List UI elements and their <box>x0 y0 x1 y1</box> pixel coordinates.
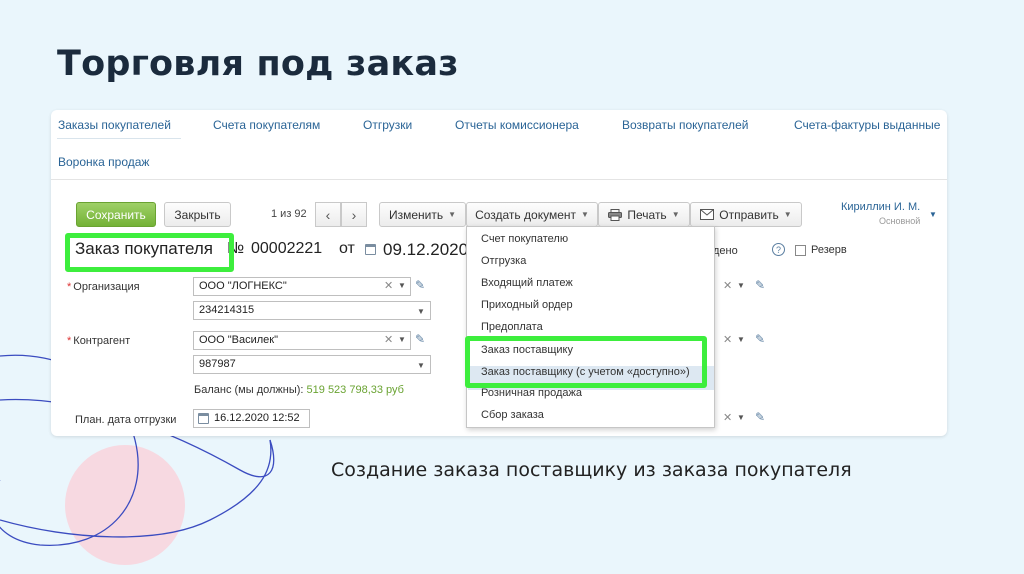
contractor-label: * Контрагент <box>67 335 131 347</box>
printer-icon <box>608 208 623 221</box>
clear-x-icon[interactable]: ✕ <box>723 279 732 292</box>
create-document-menu: Счет покупателю Отгрузка Входящий платеж… <box>466 226 715 428</box>
calendar-icon[interactable] <box>365 244 376 255</box>
document-from-label: от <box>339 240 355 257</box>
decor-line-3 <box>0 439 272 538</box>
chevron-left-icon: ‹ <box>325 206 331 223</box>
caret-down-icon: ▼ <box>581 210 589 219</box>
tab-issued-invoices[interactable]: Счета-фактуры выданные <box>794 118 940 132</box>
planned-ship-date-field[interactable]: 16.12.2020 12:52 <box>193 409 310 428</box>
balance-value: 519 523 798,33 руб <box>306 384 404 396</box>
pencil-icon[interactable]: ✎ <box>415 332 425 346</box>
organization-code-field[interactable]: 234214315 <box>193 301 431 320</box>
tab-customer-invoices[interactable]: Счета покупателям <box>213 118 320 132</box>
send-label: Отправить <box>719 207 779 222</box>
contractor-field[interactable]: ООО "Василек" <box>193 331 411 350</box>
balance-text: Баланс (мы должны): 519 523 798,33 руб <box>194 384 404 396</box>
menu-item-receipt-order[interactable]: Приходный ордер <box>481 299 573 311</box>
envelope-icon <box>700 209 715 220</box>
chevron-down-icon[interactable]: ▼ <box>398 335 406 344</box>
create-document-button[interactable]: Создать документ ▼ <box>466 202 598 227</box>
chevron-down-icon[interactable]: ▼ <box>417 361 425 370</box>
close-button[interactable]: Закрыть <box>164 202 231 227</box>
pencil-icon[interactable]: ✎ <box>415 278 425 292</box>
slide-caption: Создание заказа поставщику из заказа пок… <box>331 459 852 481</box>
tab-commissioner-reports[interactable]: Отчеты комиссионера <box>455 118 579 132</box>
pencil-icon[interactable]: ✎ <box>755 410 765 424</box>
posted-status-fragment: дено <box>713 245 738 257</box>
tab-customer-orders[interactable]: Заказы покупателей <box>58 118 171 132</box>
document-date[interactable]: 09.12.2020 <box>383 240 468 260</box>
slide-title: Торговля под заказ <box>57 44 459 84</box>
print-button[interactable]: Печать ▼ <box>598 202 690 227</box>
menu-item-customer-invoice[interactable]: Счет покупателю <box>481 233 568 245</box>
edit-button[interactable]: Изменить ▼ <box>379 202 466 227</box>
create-document-label: Создать документ <box>475 207 576 222</box>
reserve-label: Резерв <box>811 244 847 256</box>
screenshot-panel: Заказы покупателей Счета покупателям Отг… <box>51 110 947 436</box>
menu-item-shipment[interactable]: Отгрузка <box>481 255 526 267</box>
user-role: Основной <box>879 216 921 226</box>
caret-down-icon: ▼ <box>783 210 792 219</box>
send-button[interactable]: Отправить ▼ <box>690 202 802 227</box>
menu-item-order-picking[interactable]: Сбор заказа <box>481 409 544 421</box>
record-counter: 1 из 92 <box>271 208 307 220</box>
tab-customer-returns[interactable]: Возвраты покупателей <box>622 118 748 132</box>
help-icon[interactable]: ? <box>772 243 785 256</box>
chevron-right-icon: › <box>351 206 357 223</box>
decor-pink-circle <box>65 445 185 565</box>
tabs-divider <box>51 179 947 180</box>
highlight-document-title <box>65 233 234 272</box>
pencil-icon[interactable]: ✎ <box>755 332 765 346</box>
document-number[interactable]: 00002221 <box>251 240 322 258</box>
clear-x-icon[interactable]: ✕ <box>723 411 732 424</box>
save-button[interactable]: Сохранить <box>76 202 156 227</box>
next-record-button[interactable]: › <box>341 202 367 227</box>
tab-sales-funnel[interactable]: Воронка продаж <box>58 155 149 169</box>
active-tab-indicator <box>57 138 181 139</box>
contractor-code-field[interactable]: 987987 <box>193 355 431 374</box>
user-name[interactable]: Кириллин И. М. <box>841 201 920 213</box>
section-tabs: Заказы покупателей Счета покупателям Отг… <box>51 110 947 180</box>
pencil-icon[interactable]: ✎ <box>755 278 765 292</box>
menu-item-incoming-payment[interactable]: Входящий платеж <box>481 277 573 289</box>
organization-label: * Организация <box>67 281 140 293</box>
organization-field[interactable]: ООО "ЛОГНЕКС" <box>193 277 411 296</box>
chevron-down-icon[interactable]: ▼ <box>737 281 745 290</box>
planned-ship-date-label: План. дата отгрузки <box>75 414 177 426</box>
highlight-supplier-order-items <box>465 336 707 388</box>
calendar-icon[interactable] <box>198 413 209 424</box>
chevron-down-icon[interactable]: ▼ <box>398 281 406 290</box>
caret-down-icon: ▼ <box>671 210 680 219</box>
clear-x-icon[interactable]: ✕ <box>723 333 732 346</box>
clear-x-icon[interactable]: ✕ <box>384 279 393 292</box>
chevron-down-icon[interactable]: ▼ <box>417 307 425 316</box>
caret-down-icon: ▼ <box>448 210 457 219</box>
reserve-checkbox[interactable] <box>795 245 806 256</box>
chevron-down-icon[interactable]: ▼ <box>737 413 745 422</box>
chevron-down-icon[interactable]: ▼ <box>737 335 745 344</box>
menu-item-prepayment[interactable]: Предоплата <box>481 321 543 333</box>
menu-item-retail-sale[interactable]: Розничная продажа <box>481 387 582 399</box>
edit-button-label: Изменить <box>388 207 444 222</box>
prev-record-button[interactable]: ‹ <box>315 202 341 227</box>
print-label: Печать <box>627 207 667 222</box>
tab-shipments[interactable]: Отгрузки <box>363 118 412 132</box>
user-menu-caret-icon[interactable]: ▼ <box>929 210 937 219</box>
clear-x-icon[interactable]: ✕ <box>384 333 393 346</box>
